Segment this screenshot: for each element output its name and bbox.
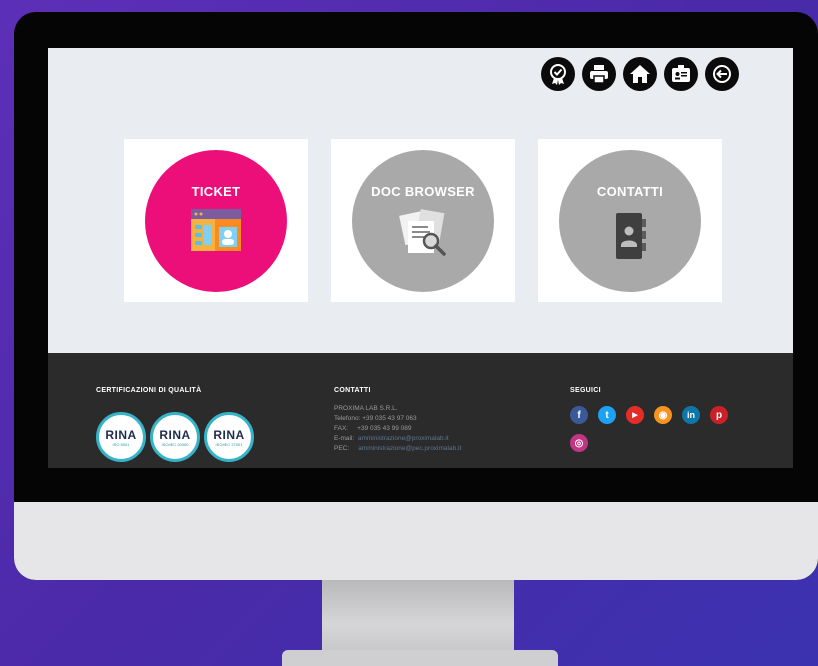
printer-icon[interactable] — [582, 57, 616, 91]
rina-badge-27001: RINA ISO/IEC 27001 — [204, 412, 254, 462]
monitor-chin — [14, 502, 818, 580]
tile-ticket[interactable]: TICKET — [124, 139, 308, 302]
certifications-title: CERTIFICAZIONI DI QUALITÀ — [96, 387, 202, 394]
phone-value: +39 035 43 97 063 — [362, 415, 417, 422]
tile-label-doc-browser: DOC BROWSER — [371, 183, 475, 199]
quality-badge-icon[interactable] — [541, 57, 575, 91]
tile-label-contatti: CONTATTI — [596, 183, 664, 199]
email-line: E-mail: amministrazione@proximalab.it — [334, 434, 461, 444]
rina-logo-text: RINA — [213, 427, 245, 442]
social-links: f t ▶ ◉ in p ◎ — [570, 406, 730, 452]
pinterest-icon[interactable]: p — [710, 406, 728, 424]
email-label: E-mail: — [334, 435, 355, 442]
rina-standard: ISO 9001 — [112, 441, 130, 447]
tile-contatti[interactable]: CONTATTI — [538, 139, 722, 302]
contacts-title: CONTATTI — [334, 387, 371, 394]
tile-label-ticket: TICKET — [191, 183, 241, 199]
footer-certifications: CERTIFICAZIONI DI QUALITÀ RINA ISO 9001 … — [96, 387, 254, 462]
rss-icon[interactable]: ◉ — [654, 406, 672, 424]
pec-label: PEC: — [334, 445, 350, 452]
tile-doc-browser[interactable]: DOC BROWSER — [331, 139, 515, 302]
screen: TICKET DOC BROWSER CONTATTI CERTIFICAZIO… — [48, 48, 793, 468]
phone-label: Telefono: — [334, 415, 361, 422]
top-toolbar — [541, 57, 739, 91]
contacts-info: PROXIMA LAB S.R.L. Telefono: +39 035 43 … — [334, 404, 461, 454]
phone-line: Telefono: +39 035 43 97 063 — [334, 414, 461, 424]
doc-browser-circle: DOC BROWSER — [352, 149, 494, 292]
documents-search-icon — [399, 208, 446, 256]
logout-icon[interactable] — [705, 57, 739, 91]
facebook-icon[interactable]: f — [570, 406, 588, 424]
rina-logo-text: RINA — [105, 427, 137, 442]
footer-social: SEGUICI f t ▶ ◉ in p ◎ — [570, 387, 730, 452]
rina-badge-20000: RINA ISO/IEC 20000 — [150, 412, 200, 462]
home-icon[interactable] — [623, 57, 657, 91]
fax-line: FAX: +39 035 43 99 089 — [334, 424, 461, 434]
pec-line: PEC: amministrazione@pec.proximalab.it — [334, 444, 461, 454]
rina-logo-text: RINA — [159, 427, 191, 442]
id-card-icon[interactable] — [664, 57, 698, 91]
twitter-icon[interactable]: t — [598, 406, 616, 424]
pec-link[interactable]: amministrazione@pec.proximalab.it — [358, 445, 461, 452]
certification-badges: RINA ISO 9001 RINA ISO/IEC 20000 RINA IS… — [96, 412, 254, 462]
monitor-base — [282, 650, 558, 666]
instagram-icon[interactable]: ◎ — [570, 434, 588, 452]
linkedin-icon[interactable]: in — [682, 406, 700, 424]
site-footer: CERTIFICAZIONI DI QUALITÀ RINA ISO 9001 … — [48, 353, 793, 468]
contatti-circle: CONTATTI — [559, 149, 701, 292]
ticket-circle: TICKET — [145, 149, 287, 292]
youtube-icon[interactable]: ▶ — [626, 406, 644, 424]
rina-standard: ISO/IEC 27001 — [215, 441, 243, 447]
social-title: SEGUICI — [570, 387, 601, 394]
rina-badge-9001: RINA ISO 9001 — [96, 412, 146, 462]
footer-contacts: CONTATTI PROXIMA LAB S.R.L. Telefono: +3… — [334, 387, 461, 454]
fax-label: FAX: — [334, 425, 349, 432]
company-name: PROXIMA LAB S.R.L. — [334, 405, 398, 412]
monitor-stand — [322, 580, 514, 654]
fax-value: +39 035 43 99 089 — [357, 425, 412, 432]
address-book-icon — [616, 212, 646, 259]
email-link[interactable]: amministrazione@proximalab.it — [358, 435, 449, 442]
ticket-icon — [191, 208, 241, 251]
rina-standard: ISO/IEC 20000 — [161, 441, 189, 447]
